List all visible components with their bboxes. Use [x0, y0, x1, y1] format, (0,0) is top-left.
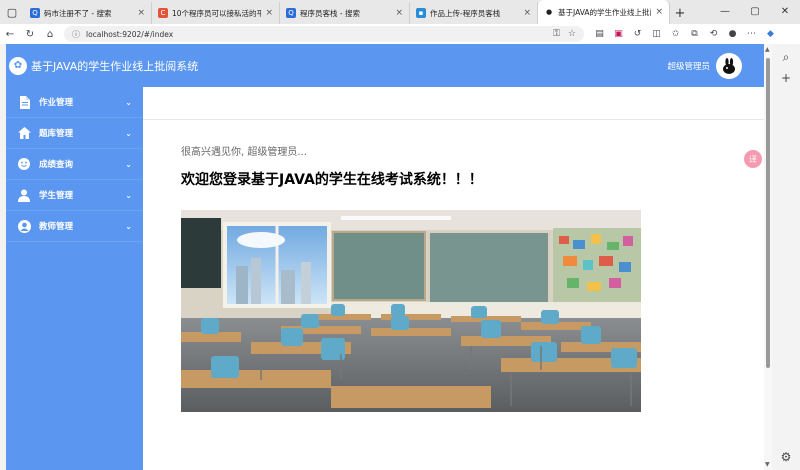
home-icon[interactable]: ⌂ — [40, 24, 60, 44]
close-icon[interactable]: × — [137, 8, 145, 18]
sidebar: 作业管理 ⌄ 题库管理 ⌄ 成绩查询 ⌄ 学生管理 ⌄ 教师管理 ⌄ — [6, 87, 143, 470]
star-icon[interactable]: ☆ — [568, 29, 576, 39]
close-icon[interactable]: × — [655, 7, 663, 17]
gear-icon[interactable]: ⚙ — [781, 450, 792, 464]
maximize-icon[interactable]: ▢ — [740, 0, 770, 22]
browser-tab-bar: ▢ Q 码市注册不了 - 搜索 × C 10个程序员可以接私活的平台和... ×… — [0, 0, 800, 24]
sidebar-item-grades[interactable]: 成绩查询 ⌄ — [6, 149, 143, 180]
sidebar-item-label: 教师管理 — [39, 222, 74, 232]
browser-tab[interactable]: ▪ 作品上传-程序员客栈 × — [410, 2, 538, 24]
browser-toolbar: ▤ ▣ ↺ ◫ ✩ ⧉ ⟲ ● ⋯ ◆ — [590, 29, 780, 39]
refresh-extension-icon[interactable]: ↺ — [628, 29, 647, 39]
sidebar-item-students[interactable]: 学生管理 ⌄ — [6, 180, 143, 211]
rabbit-avatar-icon — [723, 57, 735, 74]
browser-side-rail: ⌕ + ⚙ — [772, 44, 800, 470]
close-window-icon[interactable]: ✕ — [770, 0, 800, 22]
more-icon[interactable]: ⋯ — [742, 29, 761, 39]
user-icon — [17, 188, 31, 202]
sidebar-item-label: 成绩查询 — [39, 160, 74, 170]
main-content: 很高兴遇见你, 超级管理员... 欢迎您登录基于JAVA的学生在线考试系统！！！ — [143, 87, 764, 470]
scroll-down-icon[interactable]: ▼ — [765, 461, 770, 468]
sidebar-item-label: 作业管理 — [39, 98, 74, 108]
tab-title: 10个程序员可以接私活的平台和... — [172, 8, 262, 18]
divider — [143, 119, 764, 120]
sidebar-item-teachers[interactable]: 教师管理 ⌄ — [6, 211, 143, 242]
web-app: ✿ 基于JAVA的学生作业线上批阅系统 超级管理员 作业管理 ⌄ 题库管理 ⌄ … — [6, 44, 764, 470]
extension-icon[interactable]: ▣ — [609, 29, 628, 39]
scrollbar-thumb[interactable] — [766, 58, 770, 368]
page-scrollbar[interactable]: ▲ ▼ — [764, 44, 772, 470]
tab-title: 程序员客栈 - 搜索 — [300, 8, 360, 18]
copilot-icon[interactable]: ◆ — [761, 29, 780, 39]
sidebar-item-label: 学生管理 — [39, 191, 74, 201]
teacher-icon — [17, 219, 31, 233]
minimize-icon[interactable]: — — [710, 0, 740, 22]
welcome-heading: 欢迎您登录基于JAVA的学生在线考试系统！！！ — [181, 172, 483, 188]
document-icon — [17, 95, 31, 109]
info-icon[interactable]: ⓘ — [72, 29, 80, 40]
greeting-text: 很高兴遇见你, 超级管理员... — [181, 147, 307, 158]
chevron-down-icon: ⌄ — [125, 128, 132, 138]
window-menu-icon[interactable]: ▢ — [0, 0, 24, 24]
chevron-down-icon: ⌄ — [125, 97, 132, 107]
browser-tab[interactable]: C 10个程序员可以接私活的平台和... × — [152, 2, 280, 24]
window-controls: — ▢ ✕ — [710, 0, 800, 22]
search-icon[interactable]: ⌕ — [783, 50, 790, 65]
split-screen-icon[interactable]: ◫ — [647, 29, 666, 39]
history-icon[interactable]: ⟲ — [704, 29, 723, 39]
smile-icon — [17, 157, 31, 171]
browser-tab[interactable]: Q 码市注册不了 - 搜索 × — [24, 2, 152, 24]
search-favicon-icon: Q — [286, 8, 296, 18]
tab-title: 码市注册不了 - 搜索 — [44, 8, 112, 18]
search-favicon-icon: Q — [30, 8, 40, 18]
address-bar: ← ↻ ⌂ ⓘ localhost:9202/#/index ⚿ ☆ ▤ ▣ ↺… — [0, 24, 800, 44]
classroom-image — [181, 210, 641, 412]
chevron-down-icon: ⌄ — [125, 190, 132, 200]
new-tab-icon[interactable]: + — [670, 2, 690, 24]
admin-name[interactable]: 超级管理员 — [667, 60, 710, 72]
key-icon[interactable]: ⚿ — [553, 29, 560, 39]
avatar[interactable] — [716, 52, 742, 79]
translate-icon[interactable]: 译 — [744, 150, 762, 168]
gear-logo-icon: ✿ — [9, 56, 27, 75]
add-icon[interactable]: + — [781, 71, 791, 85]
app-header: ✿ 基于JAVA的学生作业线上批阅系统 超级管理员 — [6, 44, 764, 87]
browser-tab[interactable]: Q 程序员客栈 - 搜索 × — [280, 2, 410, 24]
back-icon[interactable]: ← — [0, 24, 20, 44]
favorites-icon[interactable]: ✩ — [666, 29, 685, 39]
tab-title: 基于JAVA的学生作业线上批阅系统 — [558, 7, 651, 17]
chevron-down-icon: ⌄ — [125, 221, 132, 231]
site-favicon-icon: ▪ — [416, 8, 426, 18]
sidebar-toggle-icon[interactable]: ▤ — [590, 29, 609, 39]
sidebar-item-question-bank[interactable]: 题库管理 ⌄ — [6, 118, 143, 149]
close-icon[interactable]: × — [395, 8, 403, 18]
profile-icon[interactable]: ● — [723, 29, 742, 39]
app-title: 基于JAVA的学生作业线上批阅系统 — [31, 59, 199, 73]
sidebar-item-label: 题库管理 — [39, 129, 74, 139]
site-favicon-icon: C — [158, 8, 168, 18]
url-text: localhost:9202/#/index — [86, 29, 174, 39]
scroll-up-icon[interactable]: ▲ — [765, 46, 770, 53]
chevron-down-icon: ⌄ — [125, 159, 132, 169]
refresh-icon[interactable]: ↻ — [20, 24, 40, 44]
close-icon[interactable]: × — [265, 8, 273, 18]
tab-title: 作品上传-程序员客栈 — [430, 8, 501, 18]
collections-icon[interactable]: ⧉ — [685, 29, 704, 39]
close-icon[interactable]: × — [523, 8, 531, 18]
browser-tab-active[interactable]: ● 基于JAVA的学生作业线上批阅系统 × — [538, 0, 670, 24]
url-field[interactable]: ⓘ localhost:9202/#/index ⚿ ☆ — [64, 26, 584, 42]
home-icon — [17, 126, 31, 140]
rabbit-favicon-icon: ● — [544, 7, 554, 17]
sidebar-item-homework[interactable]: 作业管理 ⌄ — [6, 87, 143, 118]
